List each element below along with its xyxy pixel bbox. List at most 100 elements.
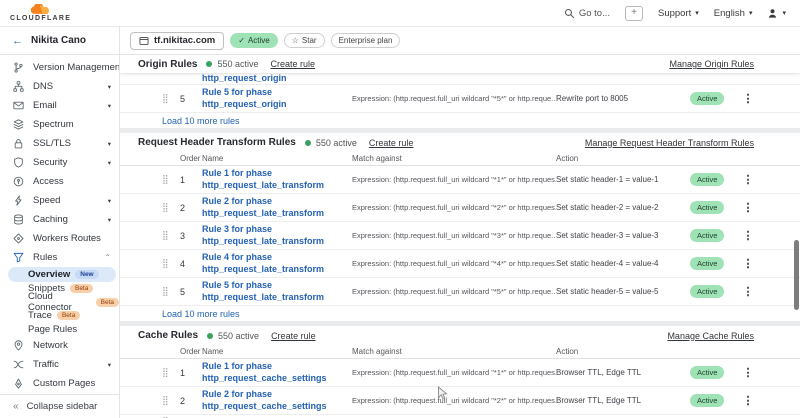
drag-handle-icon[interactable]: ⣿ <box>162 175 180 184</box>
collapse-sidebar-button[interactable]: « Collapse sidebar <box>0 394 119 418</box>
rule-name-line1: Rule 1 for phase <box>202 168 352 179</box>
domain-selector[interactable]: tf.nikitac.com <box>130 32 224 50</box>
sidebar-item-caching[interactable]: Caching▾ <box>0 210 119 229</box>
load-more-link[interactable]: Load 10 more rules <box>120 306 800 321</box>
goto-search[interactable]: Go to... <box>564 8 610 19</box>
sidebar-item-speed[interactable]: Speed▾ <box>0 191 119 210</box>
rule-action: Rewrite port to 8005 <box>556 94 690 103</box>
sidebar-item-rules[interactable]: Rules⌃ <box>0 248 119 267</box>
network-icon <box>13 340 24 351</box>
chevron-down-icon: ▾ <box>108 361 111 369</box>
beta-badge: Beta <box>96 298 119 307</box>
drag-handle-icon[interactable]: ⣿ <box>162 94 180 103</box>
rule-order: 1 <box>180 175 202 185</box>
sidebar-item-dns[interactable]: DNS▾ <box>0 77 119 96</box>
sidebar-subitem-label: Trace <box>28 310 52 321</box>
sidebar-subitem-label: Page Rules <box>28 324 77 335</box>
drag-handle-icon[interactable]: ⣿ <box>162 396 180 405</box>
rule-name-link[interactable]: Rule 3 for phasehttp_request_late_transf… <box>202 224 352 247</box>
rule-match-expression: Expression: (http.request.full_uri wildc… <box>352 259 556 268</box>
website-icon <box>139 36 149 46</box>
check-icon: ✓ <box>238 36 245 45</box>
account-header: ← Nikita Cano <box>0 27 120 54</box>
sidebar-item-traffic[interactable]: Traffic▾ <box>0 355 119 374</box>
section-title: Request Header Transform Rules <box>138 137 296 148</box>
create-rule-link[interactable]: Create rule <box>271 331 316 341</box>
sidebar-item-spectrum[interactable]: Spectrum <box>0 115 119 134</box>
add-button[interactable]: + <box>625 6 643 21</box>
drag-handle-icon[interactable]: ⣿ <box>162 203 180 212</box>
rule-name-line2: http_request_late_transform <box>202 292 352 303</box>
create-rule-link[interactable]: Create rule <box>270 59 315 69</box>
sidebar-item-ssl-tls[interactable]: SSL/TLS▾ <box>0 134 119 153</box>
rule-order: 3 <box>180 231 202 241</box>
sidebar-subitem-cloud-connector[interactable]: Cloud ConnectorBeta <box>0 296 119 310</box>
rule-name-link[interactable]: Rule 2 for phasehttp_request_cache_setti… <box>202 389 352 412</box>
sidebar-subitem-trace[interactable]: TraceBeta <box>0 309 119 323</box>
chevron-down-icon: ▾ <box>108 216 111 224</box>
spectrum-icon <box>13 119 24 130</box>
rule-name-link[interactable]: Rule 5 for phasehttp_request_origin <box>202 87 352 110</box>
rule-name-line2: http_request_late_transform <box>202 264 352 275</box>
table-row: ⣿1Rule 1 for phasehttp_request_cache_set… <box>120 359 800 387</box>
sidebar-item-access[interactable]: Access <box>0 172 119 191</box>
rule-order: 5 <box>180 94 202 104</box>
rule-name-line2: http_request_late_transform <box>202 180 352 191</box>
load-more-link[interactable]: Load 10 more rules <box>120 113 800 128</box>
manage-origin-rules-link[interactable]: Manage Origin Rules <box>669 59 754 69</box>
account-menu[interactable]: ▾ <box>767 8 786 19</box>
rule-options-button[interactable]: ⋮ <box>743 173 754 186</box>
table-row: ⣿3Rule 3 for phasehttp_request_late_tran… <box>120 222 800 250</box>
sidebar-item-network[interactable]: Network <box>0 336 119 355</box>
rule-name-link[interactable]: Rule 1 for phasehttp_request_cache_setti… <box>202 361 352 384</box>
create-rule-link[interactable]: Create rule <box>369 138 414 148</box>
support-menu[interactable]: Support ▾ <box>658 8 699 19</box>
drag-handle-icon[interactable]: ⣿ <box>162 368 180 377</box>
sidebar-item-version-management[interactable]: Version Management <box>0 58 119 77</box>
sidebar-item-email[interactable]: Email▾ <box>0 96 119 115</box>
scrollbar-thumb[interactable] <box>794 240 799 310</box>
rule-name-link[interactable]: Rule 2 for phasehttp_request_late_transf… <box>202 196 352 219</box>
sidebar-item-label: Speed <box>33 195 60 206</box>
drag-handle-icon[interactable]: ⣿ <box>162 287 180 296</box>
rule-order: 1 <box>180 368 202 378</box>
sidebar-item-label: Rules <box>33 252 57 263</box>
rule-options-button[interactable]: ⋮ <box>743 92 754 105</box>
rule-name-link[interactable]: Rule 1 for phasehttp_request_late_transf… <box>202 168 352 191</box>
rule-options-button[interactable]: ⋮ <box>743 201 754 214</box>
drag-handle-icon[interactable]: ⣿ <box>162 259 180 268</box>
manage-request-header-transform-rules-link[interactable]: Manage Request Header Transform Rules <box>585 138 754 148</box>
star-button[interactable]: ☆ Star <box>284 33 325 48</box>
rule-options-button[interactable]: ⋮ <box>743 257 754 270</box>
cloudflare-logo[interactable]: CLOUDFLARE <box>10 4 71 22</box>
sidebar-item-workers-routes[interactable]: Workers Routes <box>0 229 119 248</box>
sidebar-item-custom-pages[interactable]: Custom Pages <box>0 374 119 393</box>
rule-options-button[interactable]: ⋮ <box>743 229 754 242</box>
drag-handle-icon[interactable]: ⣿ <box>162 231 180 240</box>
rule-name-link[interactable]: http_request_origin <box>202 73 287 84</box>
email-icon <box>13 100 24 111</box>
rule-name-link[interactable]: Rule 5 for phasehttp_request_late_transf… <box>202 280 352 303</box>
support-label: Support <box>658 8 691 19</box>
sidebar-item-security[interactable]: Security▾ <box>0 153 119 172</box>
request-header-transform-rules-section: Request Header Transform Rules 550 activ… <box>120 133 800 321</box>
user-icon <box>767 8 778 19</box>
rule-action: Browser TTL, Edge TTL <box>556 368 690 377</box>
sidebar-subitem-overview[interactable]: OverviewNew <box>8 267 116 282</box>
rule-options-button[interactable]: ⋮ <box>743 285 754 298</box>
back-arrow[interactable]: ← <box>12 35 23 47</box>
language-menu[interactable]: English ▾ <box>714 8 753 19</box>
chevron-down-icon: ▾ <box>782 9 786 17</box>
manage-cache-rules-link[interactable]: Manage Cache Rules <box>667 331 754 341</box>
sidebar-subitem-page-rules[interactable]: Page Rules <box>0 323 119 337</box>
table-row: ⣿2Rule 2 for phasehttp_request_late_tran… <box>120 194 800 222</box>
account-name: Nikita Cano <box>31 35 86 46</box>
sidebar-item-label: Network <box>33 340 68 351</box>
rule-options-button[interactable]: ⋮ <box>743 366 754 379</box>
rule-status-badge: Active <box>690 92 724 105</box>
rule-name-link[interactable]: Rule 4 for phasehttp_request_late_transf… <box>202 252 352 275</box>
chevron-down-icon: ▾ <box>108 140 111 148</box>
rule-options-button[interactable]: ⋮ <box>743 394 754 407</box>
rule-action: Set static header-3 = value-3 <box>556 231 690 240</box>
custom-pages-icon <box>13 378 24 389</box>
